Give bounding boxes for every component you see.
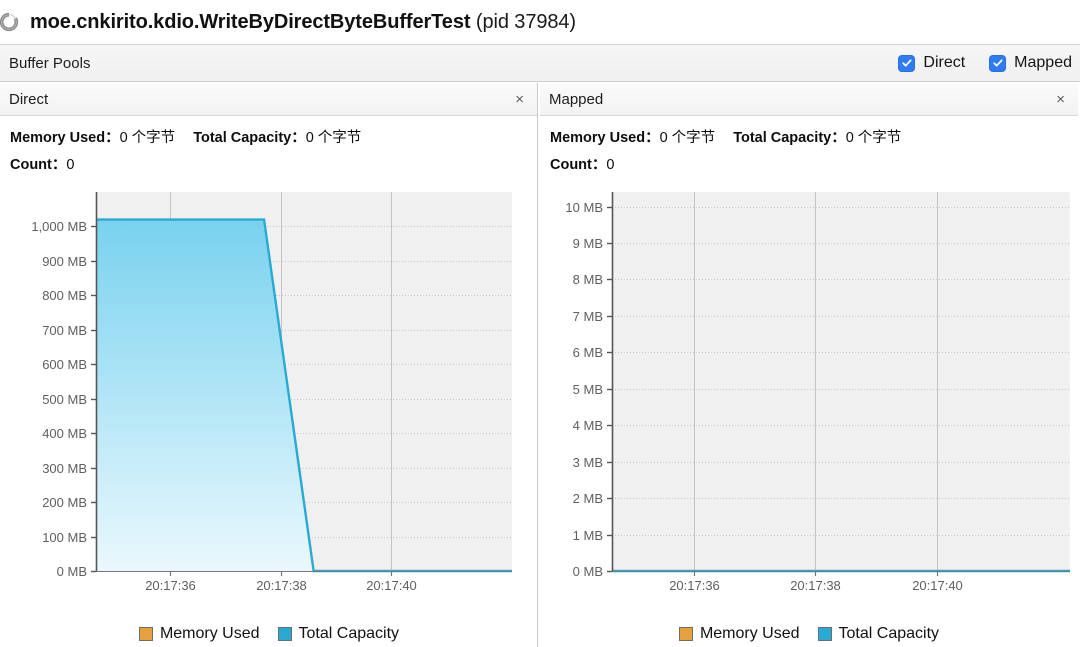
total-capacity-label: Total Capacity： xyxy=(733,130,846,146)
svg-text:600 MB: 600 MB xyxy=(42,357,87,372)
svg-text:20:17:36: 20:17:36 xyxy=(145,578,196,593)
svg-text:900 MB: 900 MB xyxy=(42,254,87,269)
checkmark-icon xyxy=(902,59,912,67)
panel-direct-title: Direct xyxy=(9,90,49,108)
legend-swatch-total-capacity xyxy=(817,626,832,641)
svg-text:20:17:38: 20:17:38 xyxy=(256,578,307,593)
direct-chart: 0 MB 100 MB 200 MB 300 MB 400 MB 500 MB 600 MB… xyxy=(0,179,537,645)
toolbar-controls: Direct Mapped xyxy=(874,54,1080,72)
svg-text:2 MB: 2 MB xyxy=(573,491,603,506)
svg-text:100 MB: 100 MB xyxy=(42,530,87,545)
direct-chart-canvas: 0 MB 100 MB 200 MB 300 MB 400 MB 500 MB 600 MB… xyxy=(31,191,512,593)
legend-item-memory-used: Memory Used xyxy=(138,624,260,643)
count-label: Count： xyxy=(10,156,67,173)
svg-text:200 MB: 200 MB xyxy=(42,495,87,510)
legend-label-total-capacity: Total Capacity xyxy=(298,624,400,642)
legend-swatch-memory-used xyxy=(678,626,693,641)
legend-label-total-capacity: Total Capacity xyxy=(838,624,940,642)
svg-text:700 MB: 700 MB xyxy=(42,323,87,338)
page-title: moe.cnkirito.kdio.WriteByDirectByteBuffe… xyxy=(30,11,576,34)
legend-swatch-total-capacity xyxy=(277,626,292,641)
checkbox-mapped-label: Mapped xyxy=(1014,54,1072,71)
stats-row-memory: Memory Used：0 个字节 Total Capacity：0 个字节 xyxy=(550,125,1078,152)
mapped-chart-legend: Memory Used Total Capacity xyxy=(540,625,1078,643)
buffer-pools-window: moe.cnkirito.kdio.WriteByDirectByteBuffe… xyxy=(0,0,1080,647)
svg-text:20:17:36: 20:17:36 xyxy=(669,578,720,593)
page-title-pid: (pid 37984) xyxy=(475,10,576,33)
panel-mapped-header: Mapped × xyxy=(540,83,1078,116)
checkbox-direct-label: Direct xyxy=(923,54,966,71)
stats-row-count: Count：0 xyxy=(10,152,537,179)
close-icon[interactable]: × xyxy=(1056,92,1065,107)
count-label: Count： xyxy=(550,156,607,173)
svg-text:3 MB: 3 MB xyxy=(573,455,603,470)
svg-text:800 MB: 800 MB xyxy=(42,288,87,303)
checkbox-mapped[interactable]: Mapped xyxy=(989,54,1072,72)
window-titlebar: moe.cnkirito.kdio.WriteByDirectByteBuffe… xyxy=(0,0,1080,44)
checkbox-direct-box[interactable] xyxy=(898,54,916,72)
panel-direct: Direct × Memory Used：0 个字节 Total Capacity… xyxy=(0,83,538,647)
mapped-chart-canvas: 0 MB 1 MB 2 MB 3 MB 4 MB 5 MB 6 MB 7 MB 8 MB 9 MB… xyxy=(565,191,1070,593)
svg-text:8 MB: 8 MB xyxy=(573,272,603,287)
svg-text:300 MB: 300 MB xyxy=(42,461,87,476)
svg-text:400 MB: 400 MB xyxy=(42,426,87,441)
svg-text:10 MB: 10 MB xyxy=(565,200,603,215)
stats-row-count: Count：0 xyxy=(550,152,1078,179)
loading-spinner-icon xyxy=(0,12,19,32)
svg-text:0 MB: 0 MB xyxy=(573,564,603,579)
memory-used-label: Memory Used： xyxy=(10,130,120,146)
svg-text:6 MB: 6 MB xyxy=(573,345,603,360)
svg-text:500 MB: 500 MB xyxy=(42,392,87,407)
mapped-chart: 0 MB 1 MB 2 MB 3 MB 4 MB 5 MB 6 MB 7 MB 8 MB 9 MB… xyxy=(540,179,1078,645)
direct-chart-legend: Memory Used Total Capacity xyxy=(0,624,537,643)
total-capacity-value: 0 个字节 xyxy=(845,130,902,146)
close-icon[interactable]: × xyxy=(515,92,524,107)
panel-mapped-title: Mapped xyxy=(549,90,604,108)
memory-used-label: Memory Used： xyxy=(550,130,660,146)
legend-item-total-capacity: Total Capacity xyxy=(817,624,940,643)
legend-label-memory-used: Memory Used xyxy=(159,624,260,642)
svg-text:20:17:38: 20:17:38 xyxy=(790,578,841,593)
panel-direct-stats: Memory Used：0 个字节 Total Capacity：0 个字节 Co… xyxy=(0,116,537,179)
panel-mapped: Mapped × Memory Used：0 个字节 Total Capacity… xyxy=(540,83,1078,647)
count-value: 0 xyxy=(606,156,615,173)
svg-text:1 MB: 1 MB xyxy=(573,528,603,543)
svg-text:9 MB: 9 MB xyxy=(573,236,603,251)
svg-text:20:17:40: 20:17:40 xyxy=(366,578,417,593)
toolbar-title: Buffer Pools xyxy=(9,54,91,72)
page-title-class: moe.cnkirito.kdio.WriteByDirectByteBuffe… xyxy=(30,10,471,33)
legend-label-memory-used: Memory Used xyxy=(699,624,800,642)
memory-used-value: 0 个字节 xyxy=(659,130,716,146)
svg-text:1,000 MB: 1,000 MB xyxy=(31,219,87,234)
buffer-pools-toolbar: Buffer Pools Direct Mapped xyxy=(0,44,1080,82)
legend-swatch-memory-used xyxy=(138,626,153,641)
svg-text:4 MB: 4 MB xyxy=(573,418,603,433)
svg-text:20:17:40: 20:17:40 xyxy=(912,578,963,593)
total-capacity-value: 0 个字节 xyxy=(305,130,362,146)
svg-text:7 MB: 7 MB xyxy=(573,309,603,324)
legend-item-total-capacity: Total Capacity xyxy=(277,624,400,643)
legend-item-memory-used: Memory Used xyxy=(678,624,800,643)
total-capacity-label: Total Capacity： xyxy=(193,130,306,146)
svg-text:5 MB: 5 MB xyxy=(573,382,603,397)
panel-mapped-stats: Memory Used：0 个字节 Total Capacity：0 个字节 Co… xyxy=(540,116,1078,179)
memory-used-value: 0 个字节 xyxy=(119,130,176,146)
panel-direct-header: Direct × xyxy=(0,83,537,116)
checkbox-mapped-box[interactable] xyxy=(989,54,1007,72)
checkmark-icon xyxy=(993,59,1003,67)
count-value: 0 xyxy=(66,156,75,173)
stats-row-memory: Memory Used：0 个字节 Total Capacity：0 个字节 xyxy=(10,125,537,152)
checkbox-direct[interactable]: Direct xyxy=(898,54,965,72)
svg-text:0 MB: 0 MB xyxy=(57,564,87,579)
